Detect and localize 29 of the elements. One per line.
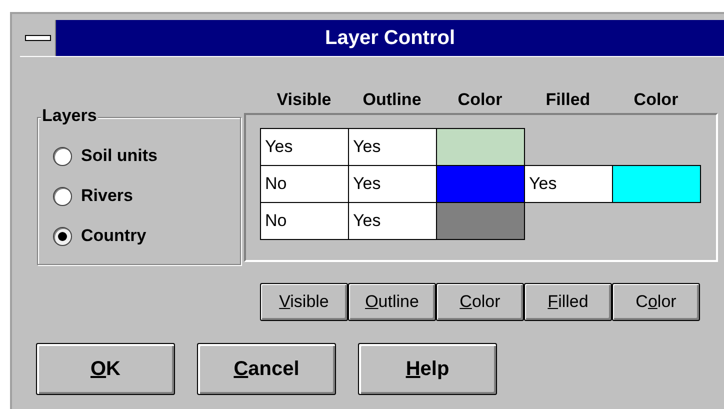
radio-label[interactable]: Soil units bbox=[81, 143, 158, 169]
table-cell: Yes bbox=[524, 165, 613, 203]
column-header: Color bbox=[458, 89, 502, 111]
group-title: Layers bbox=[41, 106, 98, 126]
dialog-button[interactable]: OK bbox=[36, 343, 175, 395]
table-cell: No bbox=[260, 202, 349, 240]
dialog-button[interactable]: Help bbox=[358, 343, 497, 395]
window-title: Layer Control bbox=[56, 20, 724, 56]
dialog-button[interactable]: Cancel bbox=[197, 343, 336, 395]
table-cell: Yes bbox=[348, 202, 437, 240]
column-header: Color bbox=[634, 89, 678, 111]
column-button[interactable]: Color bbox=[612, 283, 700, 321]
table-cell: No bbox=[260, 165, 349, 203]
table-cell: Yes bbox=[348, 128, 437, 166]
column-button[interactable]: Color bbox=[436, 283, 524, 321]
column-header: Outline bbox=[362, 89, 422, 111]
column-header: Filled bbox=[546, 89, 590, 111]
table-cell: Yes bbox=[260, 128, 349, 166]
minus-icon bbox=[24, 35, 50, 41]
column-button[interactable]: Outline bbox=[348, 283, 436, 321]
column-button[interactable]: Filled bbox=[524, 283, 612, 321]
column-header: Visible bbox=[276, 89, 332, 111]
radio-button[interactable] bbox=[53, 226, 72, 246]
table-cell: Yes bbox=[348, 165, 437, 203]
radio-label[interactable]: Rivers bbox=[81, 183, 133, 209]
radio-button[interactable] bbox=[53, 146, 72, 166]
column-button[interactable]: Visible bbox=[260, 283, 348, 321]
radio-button[interactable] bbox=[53, 186, 72, 206]
radio-label[interactable]: Country bbox=[81, 223, 146, 249]
